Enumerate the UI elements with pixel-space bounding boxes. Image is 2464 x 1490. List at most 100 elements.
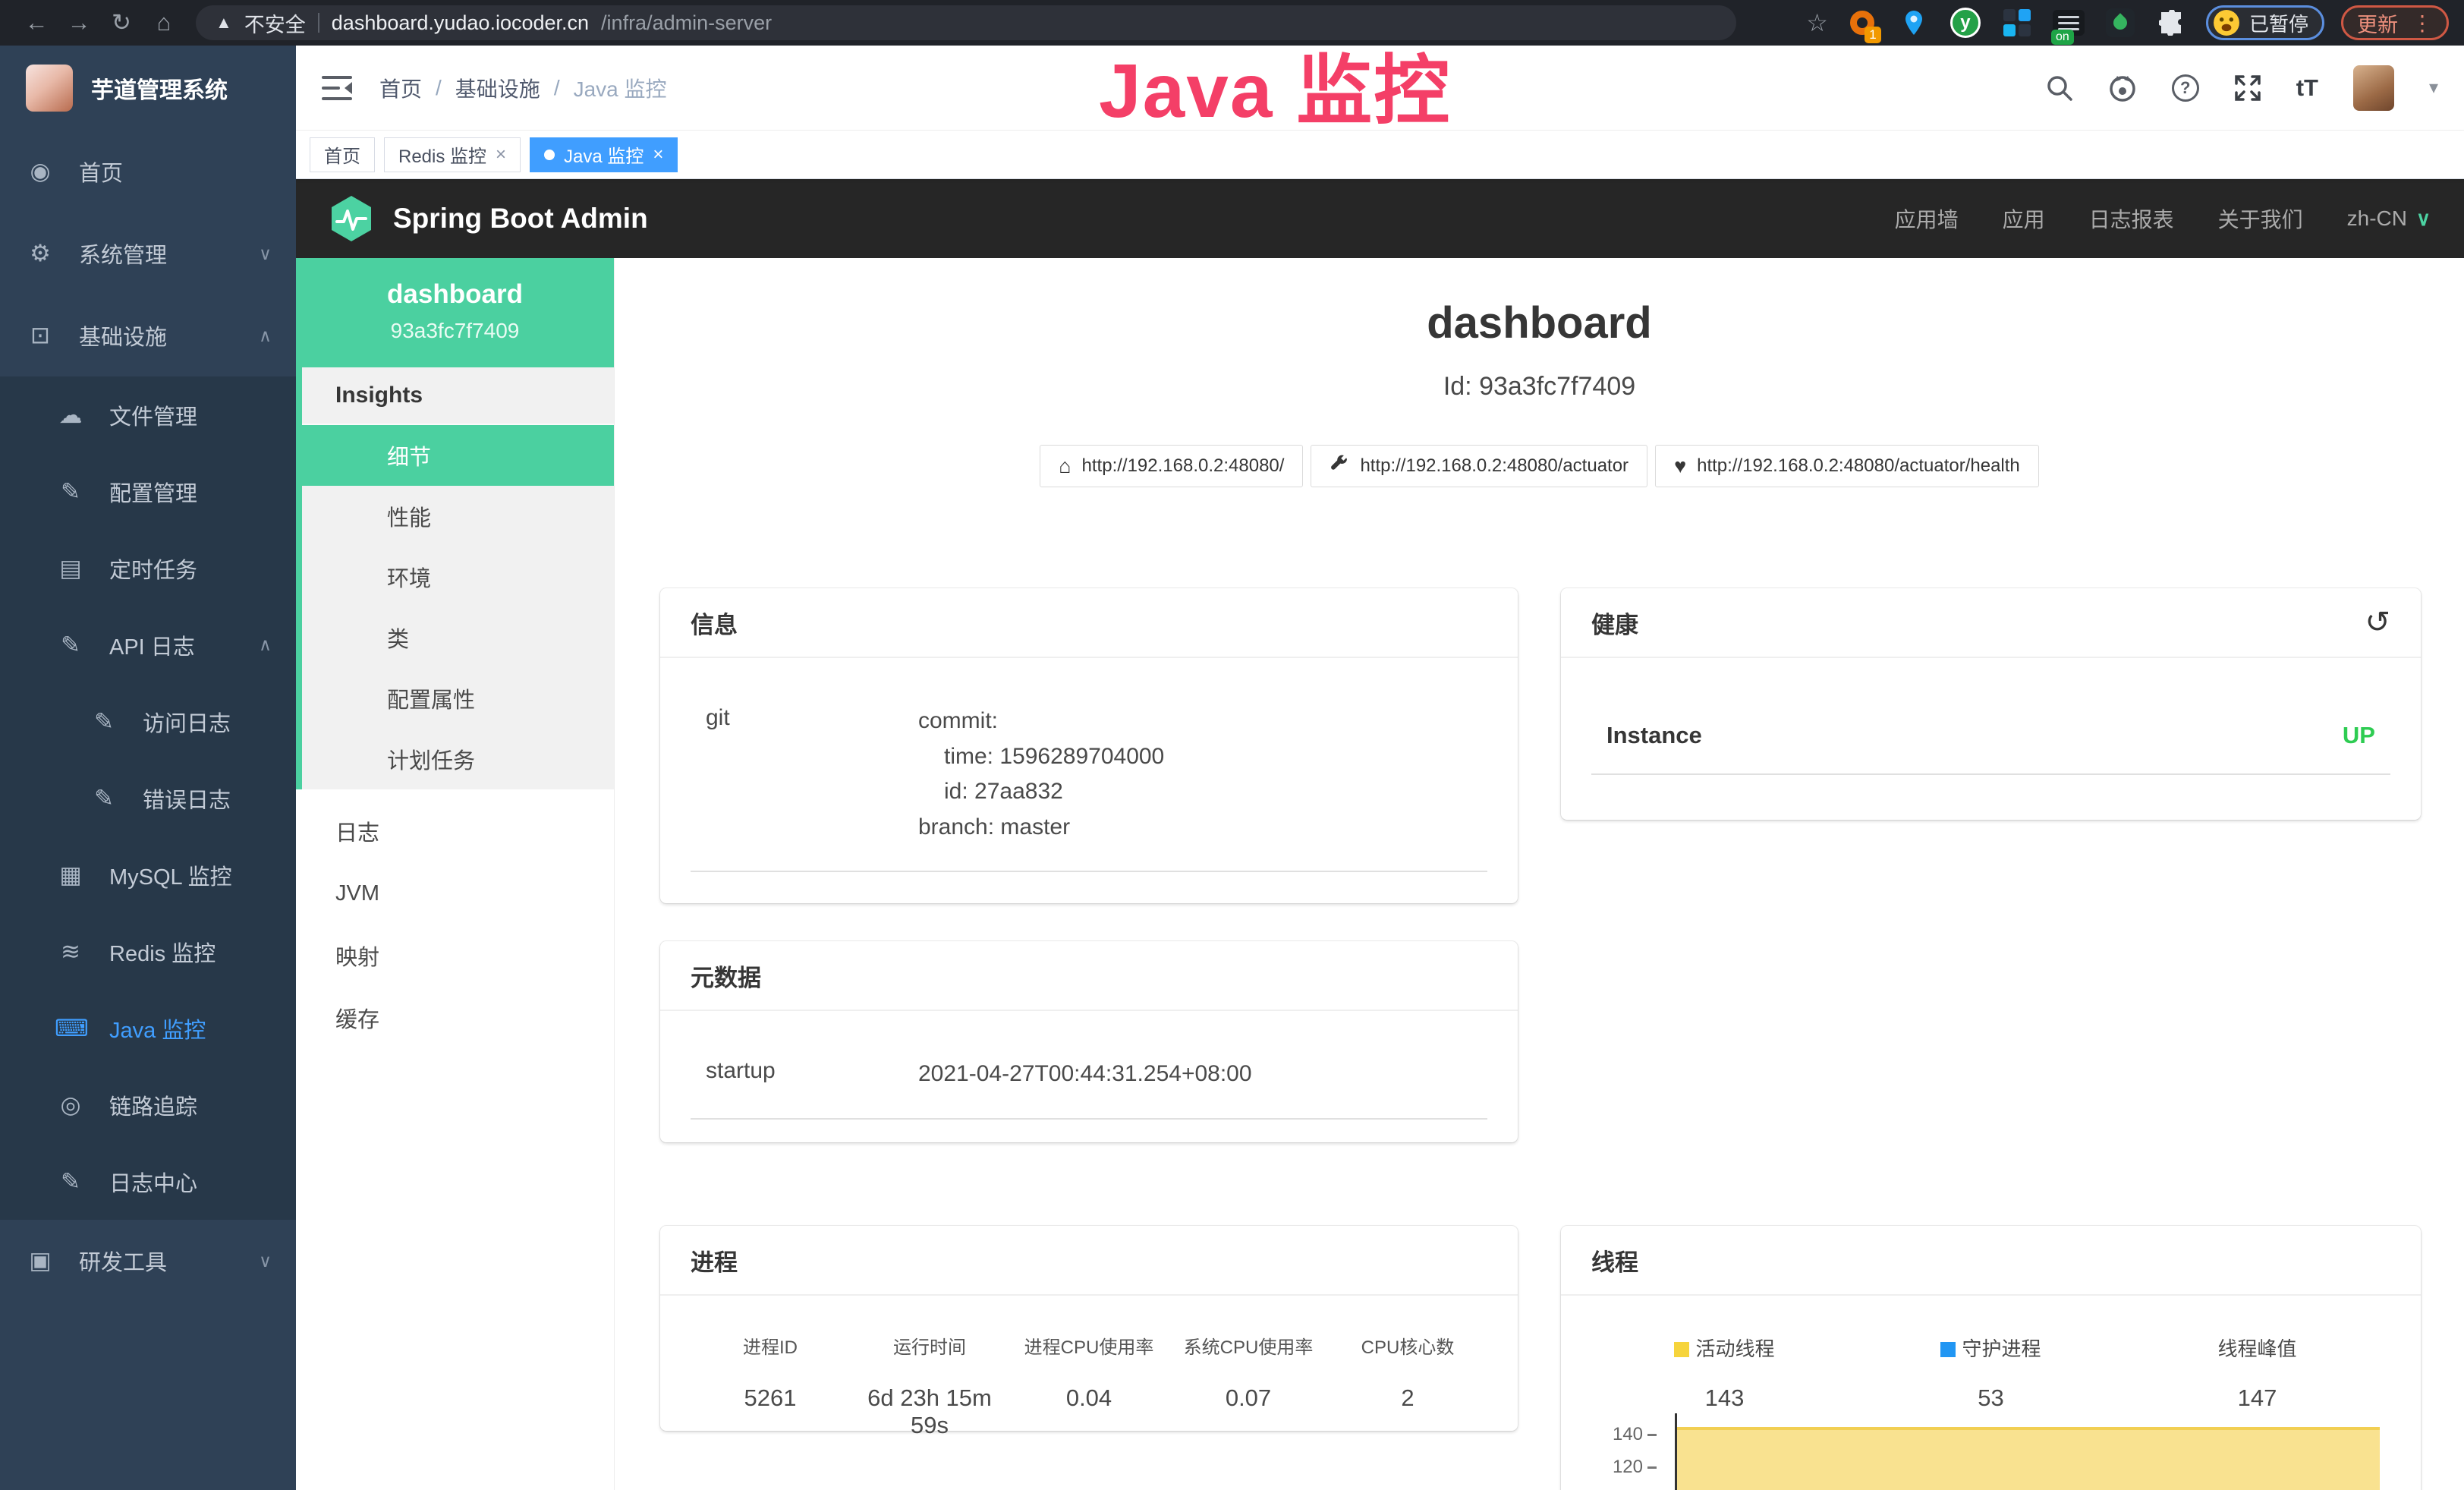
threads-chart: 140 120 100: [1591, 1421, 2390, 1490]
browser-reload-icon[interactable]: ↻: [100, 9, 143, 36]
sidebar-item-java-monitor[interactable]: ⌨ Java 监控: [0, 990, 296, 1066]
status-badge: UP: [2343, 722, 2375, 749]
sba-brand-title[interactable]: Spring Boot Admin: [393, 203, 648, 235]
sba-locale-select[interactable]: zh-CN ∨: [2347, 206, 2431, 231]
browser-profile-chip[interactable]: 已暂停: [2206, 5, 2324, 40]
extensions-puzzle-icon[interactable]: [2154, 5, 2189, 40]
monitor-icon: ⊡: [24, 322, 56, 349]
sba-menu-details[interactable]: 细节: [302, 425, 614, 486]
sba-menu-classes[interactable]: 类: [302, 607, 614, 668]
insights-section-label: Insights: [302, 367, 614, 425]
sidebar-item-dev-tools[interactable]: ▣ 研发工具 ∨: [0, 1220, 296, 1302]
sba-nav-journal[interactable]: 日志报表: [2089, 203, 2174, 234]
sidebar-item-log-center[interactable]: ✎ 日志中心: [0, 1143, 296, 1220]
browser-forward-icon[interactable]: →: [58, 9, 100, 36]
sidebar-item-label: API 日志: [109, 629, 195, 661]
live-threads-area: [1677, 1427, 2380, 1490]
browser-update-button[interactable]: 更新 ⋮: [2341, 5, 2449, 40]
avatar-caret-icon[interactable]: ▾: [2429, 77, 2438, 99]
tab-home[interactable]: 首页: [310, 137, 375, 172]
sidebar-item-mysql-monitor[interactable]: ▦ MySQL 监控: [0, 836, 296, 913]
close-icon[interactable]: ×: [653, 144, 663, 165]
sba-nav-applications[interactable]: 应用: [2003, 203, 2045, 234]
sba-menu-caches[interactable]: 缓存: [296, 987, 614, 1049]
process-col-process-cpu: 进程CPU使用率 0.04: [1009, 1332, 1169, 1439]
health-url-link[interactable]: ♥ http://192.168.0.2:48080/actuator/heal…: [1655, 445, 2039, 487]
extension-list-on-icon[interactable]: on: [2051, 5, 2086, 40]
sba-menu-scheduled[interactable]: 计划任务: [302, 729, 614, 789]
profile-paused-label: 已暂停: [2249, 9, 2308, 37]
sidebar-item-scheduled-tasks[interactable]: ▤ 定时任务: [0, 530, 296, 606]
git-commit-line: commit:: [918, 704, 1164, 739]
sba-menu-logs[interactable]: 日志: [296, 800, 614, 862]
sidebar-item-redis-monitor[interactable]: ≋ Redis 监控: [0, 913, 296, 990]
sba-nav-wallboard[interactable]: 应用墙: [1895, 203, 1959, 234]
legend-daemon-threads: 守护进程 53: [1858, 1334, 2124, 1412]
actuator-url-link[interactable]: http://192.168.0.2:48080/actuator: [1311, 445, 1647, 487]
chevron-up-icon: ∧: [259, 326, 272, 346]
y-logo-icon: y: [1950, 8, 1981, 38]
tab-label: 首页: [324, 141, 360, 168]
history-icon[interactable]: ↺: [2365, 607, 2390, 638]
extension-grid-icon[interactable]: [2000, 5, 2034, 40]
sidebar-item-home[interactable]: ◉ 首页: [0, 131, 296, 213]
font-size-icon[interactable]: tT: [2296, 74, 2318, 102]
sidebar-item-error-logs[interactable]: ✎ 错误日志: [0, 760, 296, 836]
sidebar-item-api-logs[interactable]: ✎ API 日志 ∧: [0, 606, 296, 683]
chevron-down-icon: ∨: [2416, 207, 2431, 231]
process-col-cpus: CPU核心数 2: [1328, 1332, 1487, 1439]
pin-icon: [1902, 9, 1925, 36]
extension-y-icon[interactable]: y: [1948, 5, 1983, 40]
url-path: /infra/admin-server: [601, 11, 772, 35]
sidebar-item-trace[interactable]: ◎ 链路追踪: [0, 1066, 296, 1143]
address-bar[interactable]: ▲ 不安全 dashboard.yudao.iocoder.cn/infra/a…: [196, 5, 1736, 40]
tab-java-monitor[interactable]: Java 监控 ×: [530, 137, 678, 172]
close-icon[interactable]: ×: [496, 144, 506, 165]
fullscreen-icon[interactable]: [2234, 74, 2261, 102]
leaf-icon: [2106, 8, 2135, 37]
sba-menu-environment[interactable]: 环境: [302, 547, 614, 607]
browser-back-icon[interactable]: ←: [15, 9, 58, 36]
extension-pin-icon[interactable]: [1896, 5, 1931, 40]
sidebar-item-access-logs[interactable]: ✎ 访问日志: [0, 683, 296, 760]
instance-id: 93a3fc7f7409: [304, 319, 606, 343]
breadcrumb-home[interactable]: 首页: [379, 73, 422, 103]
app-logo-row[interactable]: 芋道管理系统: [0, 46, 296, 131]
link-url: http://192.168.0.2:48080/actuator: [1360, 455, 1629, 477]
sidebar-item-system-management[interactable]: ⚙ 系统管理 ∨: [0, 213, 296, 295]
sidebar-item-file-management[interactable]: ☁ 文件管理: [0, 376, 296, 453]
github-icon[interactable]: [2108, 74, 2137, 102]
update-label: 更新: [2357, 8, 2398, 38]
help-icon[interactable]: ?: [2172, 74, 2199, 102]
breadcrumb-separator: /: [436, 76, 442, 100]
bookmark-star-icon[interactable]: ☆: [1806, 8, 1828, 37]
user-avatar[interactable]: [2353, 65, 2394, 111]
instance-url-link[interactable]: ⌂ http://192.168.0.2:48080/: [1040, 445, 1303, 487]
breadcrumb-separator: /: [554, 76, 560, 100]
metadata-value: 2021-04-27T00:44:31.254+08:00: [918, 1057, 1252, 1092]
breadcrumb-infrastructure[interactable]: 基础设施: [455, 73, 540, 103]
sba-menu-metrics[interactable]: 性能: [302, 486, 614, 547]
sba-instance-header[interactable]: dashboard 93a3fc7f7409: [296, 258, 614, 367]
sidebar-item-config-management[interactable]: ✎ 配置管理: [0, 453, 296, 530]
search-icon[interactable]: [2046, 74, 2073, 102]
sba-menu-config-props[interactable]: 配置属性: [302, 668, 614, 729]
tab-redis-monitor[interactable]: Redis 监控 ×: [384, 137, 521, 172]
sba-menu-jvm[interactable]: JVM: [296, 862, 614, 925]
health-card-title: 健康: [1591, 606, 1638, 640]
git-id-line: id: 27aa832: [918, 774, 1164, 810]
browser-home-icon[interactable]: ⌂: [143, 9, 185, 36]
sba-main: dashboard Id: 93a3fc7f7409 ⌂ http://192.…: [615, 258, 2464, 1490]
sidebar-item-label: 访问日志: [143, 706, 231, 738]
header-icon-group: ? tT ▾: [2046, 65, 2438, 111]
sba-nav-about[interactable]: 关于我们: [2218, 203, 2303, 234]
browser-menu-dots-icon[interactable]: ⋮: [2412, 11, 2433, 36]
sidebar-item-infrastructure[interactable]: ⊡ 基础设施 ∧: [0, 295, 296, 376]
sba-sidebar: dashboard 93a3fc7f7409 Insights 细节 性能 环境…: [296, 258, 615, 1490]
sba-menu-mappings[interactable]: 映射: [296, 925, 614, 987]
spring-boot-admin-logo-icon[interactable]: [329, 194, 373, 243]
infrastructure-submenu: ☁ 文件管理 ✎ 配置管理 ▤ 定时任务 ✎ API 日志 ∧ ✎ 访问日志 ✎…: [0, 376, 296, 1220]
sidebar-collapse-icon[interactable]: [322, 75, 352, 101]
extension-orange-ring-icon[interactable]: 1: [1845, 5, 1880, 40]
extension-leaf-icon[interactable]: [2103, 5, 2138, 40]
